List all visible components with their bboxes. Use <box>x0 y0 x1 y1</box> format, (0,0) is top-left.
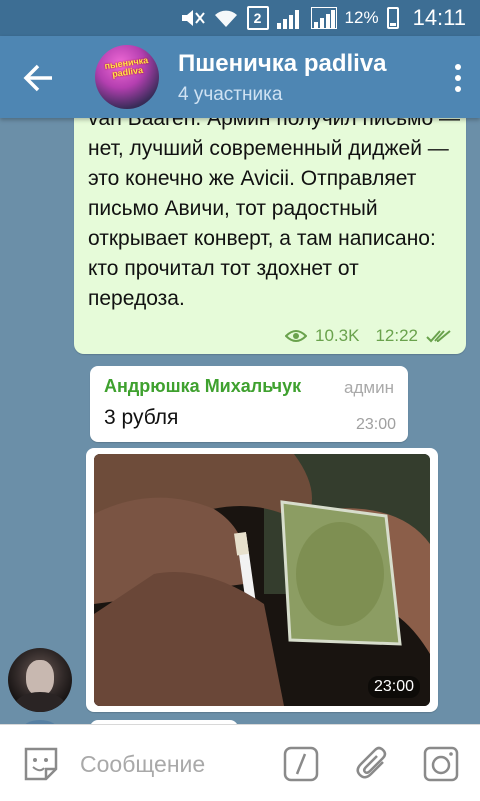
battery-icon <box>386 7 399 29</box>
eye-icon <box>285 330 308 342</box>
message-input[interactable]: Сообщение <box>80 751 205 778</box>
status-bar: 2 12% 14:11 <box>0 0 480 36</box>
battery-percent: 12% <box>344 8 379 27</box>
photo-image <box>94 454 430 706</box>
message-list[interactable]: van Baaren. Армин получил письмо — нет, … <box>0 118 480 724</box>
sender-name[interactable]: Андрюшка Михальчук <box>104 376 301 397</box>
slash-command-icon[interactable] <box>282 745 320 783</box>
paperclip-icon[interactable] <box>354 745 392 783</box>
message-text: van Baaren. Армин получил письмо — нет, … <box>88 118 460 310</box>
photo-time: 23:00 <box>367 676 420 698</box>
arrow-left-icon[interactable] <box>16 56 60 100</box>
message-time: 23:00 <box>355 416 396 433</box>
incoming-message[interactable]: Андрюшка Михальчук админ 3 рубля 23:00 <box>90 366 408 442</box>
chat-subtitle: 4 участника <box>178 84 283 105</box>
chat-title[interactable]: Пшеничка padliva <box>178 50 387 78</box>
message-meta: 10.3K 12:22 <box>285 326 452 346</box>
group-logo: пыеничка padliva <box>103 55 149 80</box>
wifi-icon <box>214 10 237 27</box>
dots-vertical-icon[interactable] <box>454 64 462 92</box>
chat-header: пыеничка padliva Пшеничка padliva 4 учас… <box>0 36 480 118</box>
outgoing-message[interactable]: van Baaren. Армин получил письмо — нет, … <box>74 118 466 354</box>
group-avatar[interactable]: пыеничка padliva <box>95 45 159 109</box>
view-count: 10.3K <box>315 326 360 345</box>
sticker-icon[interactable] <box>22 745 60 783</box>
admin-badge: админ <box>344 378 394 397</box>
status-icons: 2 12% 14:11 <box>179 5 466 31</box>
mute-icon <box>181 10 205 26</box>
signal-2-icon <box>310 7 337 29</box>
double-check-icon <box>426 330 451 343</box>
message-input-bar: Сообщение <box>0 724 480 801</box>
sender-avatar[interactable] <box>8 648 72 712</box>
message-time: 12:22 <box>375 326 418 345</box>
message-text: 3 рубля <box>104 406 179 429</box>
sim-badge: 2 <box>246 6 269 30</box>
signal-icon <box>276 7 303 29</box>
photo[interactable]: 23:00 <box>94 454 430 706</box>
incoming-photo-message[interactable]: 23:00 <box>86 448 438 712</box>
camera-icon[interactable] <box>422 745 460 783</box>
clock: 14:11 <box>412 5 466 30</box>
